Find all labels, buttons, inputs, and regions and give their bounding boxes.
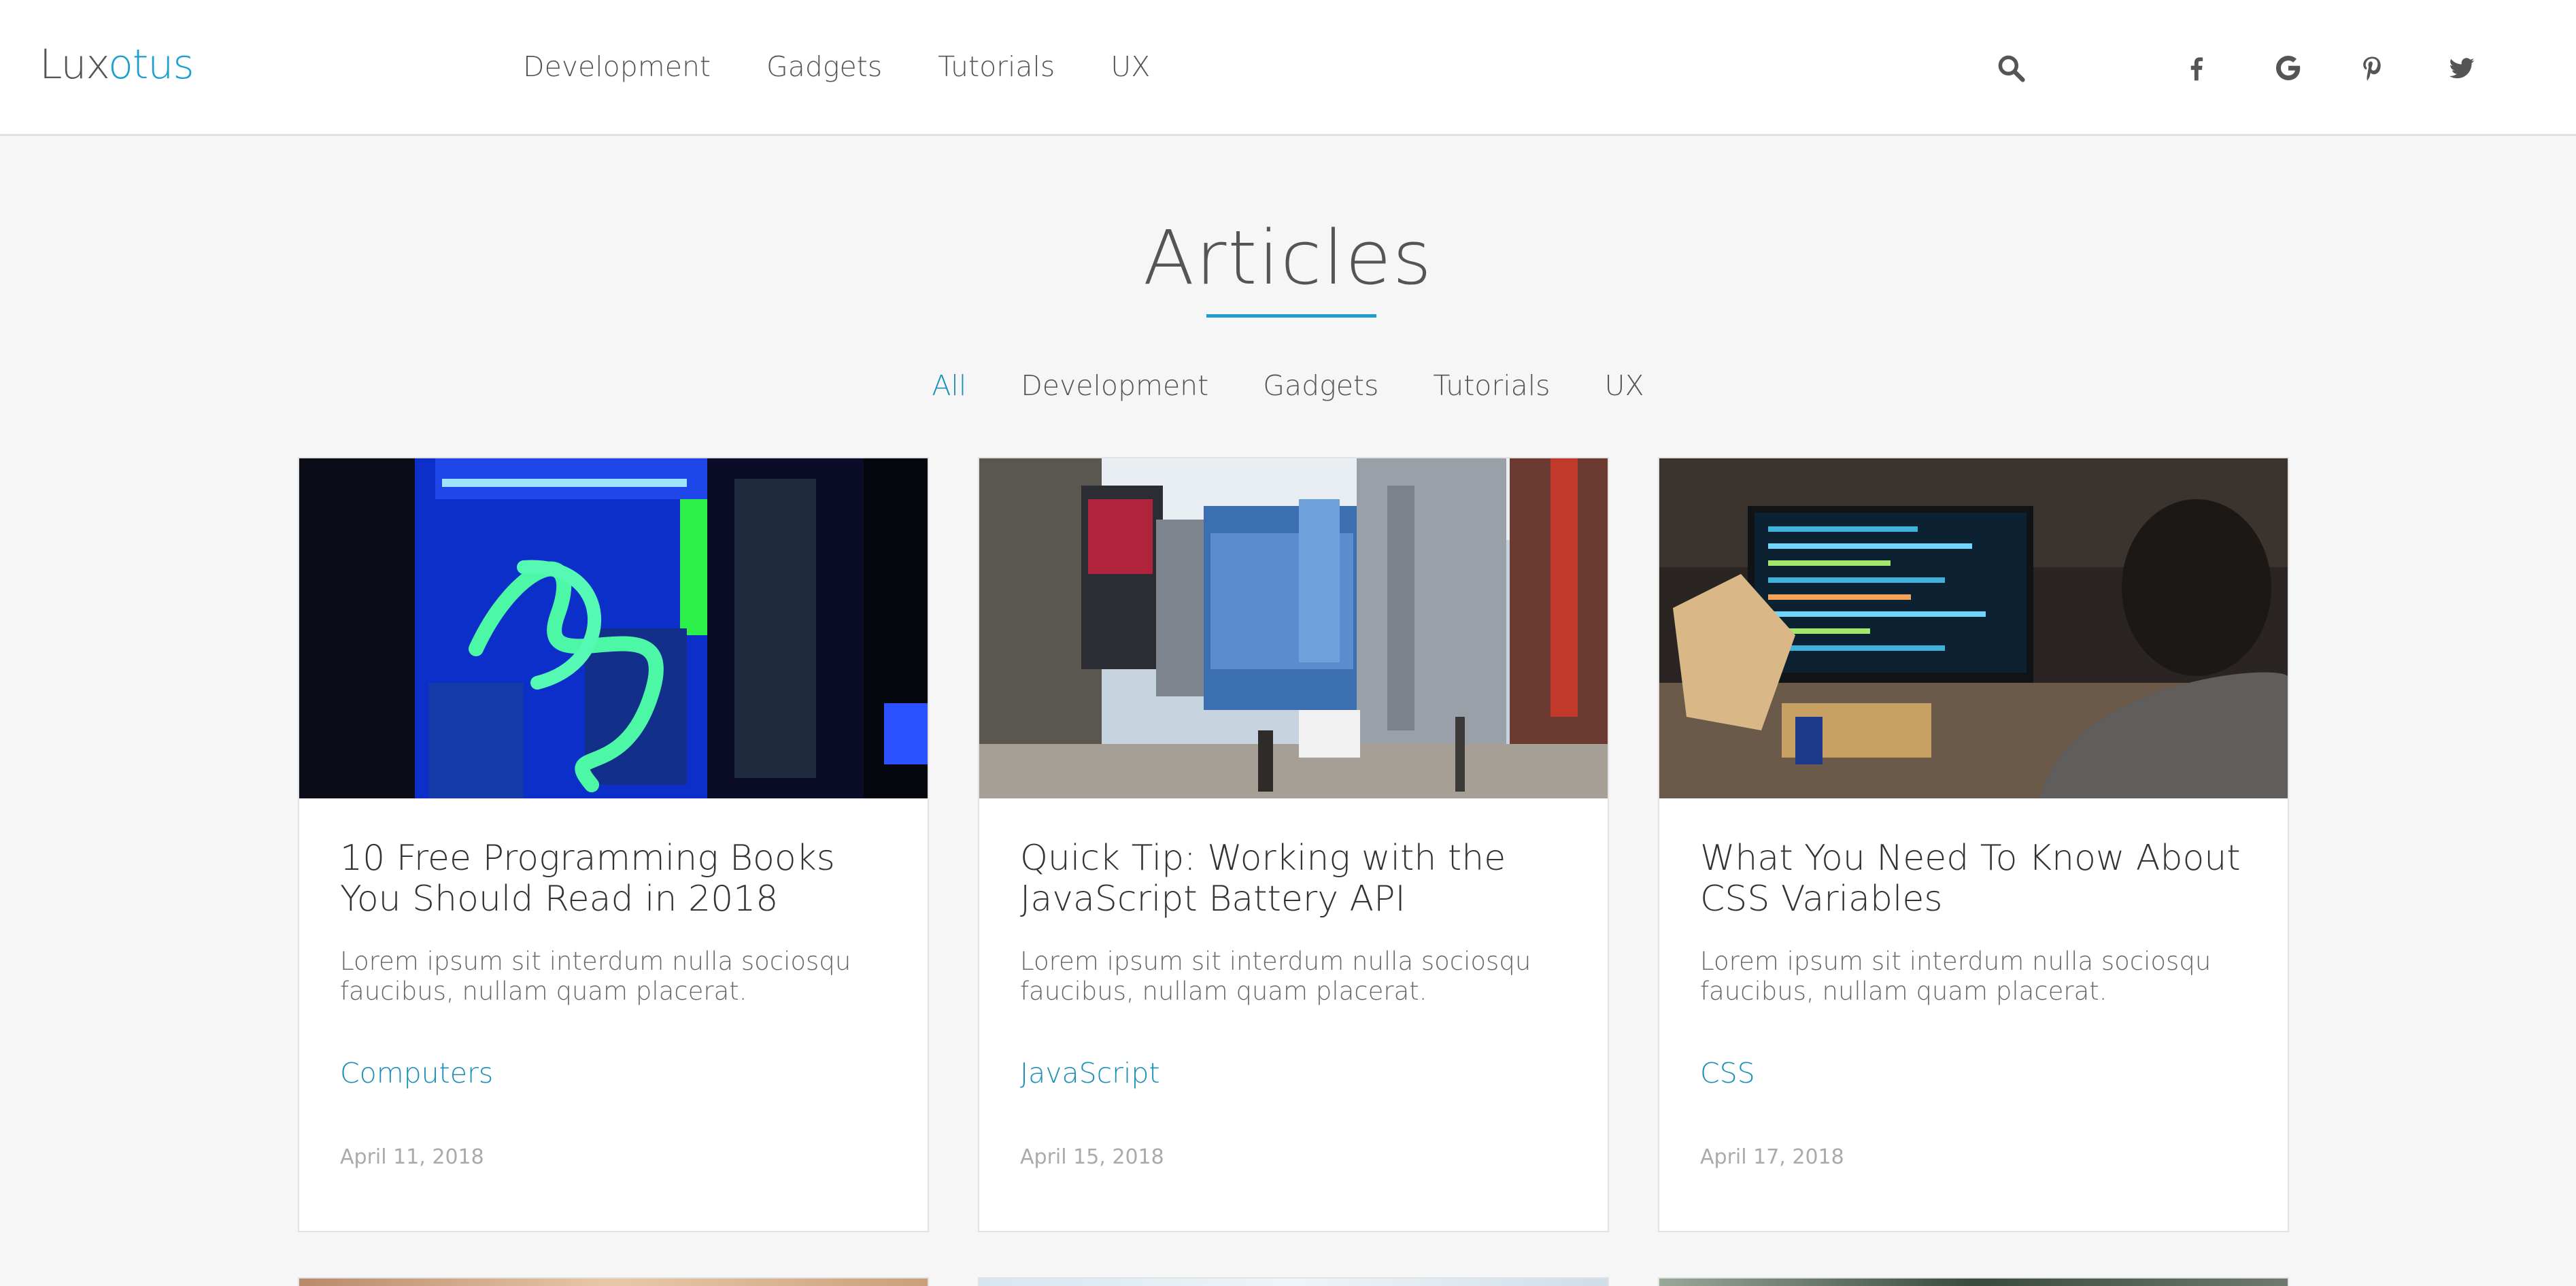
- article-title[interactable]: What You Need To Know About CSS Variable…: [1700, 838, 2244, 919]
- nav-ux[interactable]: UX: [1111, 50, 1150, 83]
- top-navbar: Luxotus Development Gadgets Tutorials UX: [0, 0, 2576, 136]
- article-card-peek[interactable]: [298, 1277, 929, 1286]
- logo-text-otus: otus: [108, 41, 194, 88]
- nav-development[interactable]: Development: [523, 50, 711, 83]
- article-date: April 15, 2018: [1020, 1145, 1164, 1169]
- filter-tutorials[interactable]: Tutorials: [1433, 369, 1550, 402]
- nav-gadgets[interactable]: Gadgets: [766, 50, 882, 83]
- filter-development[interactable]: Development: [1021, 369, 1208, 402]
- nav-tutorials[interactable]: Tutorials: [938, 50, 1055, 83]
- title-underline: [1206, 314, 1376, 318]
- article-image-pc-water-cooling[interactable]: [299, 458, 928, 798]
- page-title: Articles: [1142, 214, 1434, 301]
- google-icon[interactable]: [2273, 53, 2303, 83]
- article-card-peek[interactable]: [978, 1277, 1609, 1286]
- article-card[interactable]: 10 Free Programming Books You Should Rea…: [298, 457, 929, 1232]
- article-title[interactable]: 10 Free Programming Books You Should Rea…: [340, 838, 884, 919]
- main-nav: Development Gadgets Tutorials UX: [523, 50, 1206, 83]
- article-category[interactable]: CSS: [1700, 1057, 1755, 1089]
- article-excerpt: Lorem ipsum sit interdum nulla sociosqu …: [340, 947, 851, 1006]
- article-image-developer-at-monitor[interactable]: [1659, 458, 2288, 798]
- article-card[interactable]: Quick Tip: Working with the JavaScript B…: [978, 457, 1609, 1232]
- pinterest-icon[interactable]: [2357, 53, 2387, 83]
- article-category[interactable]: Computers: [340, 1057, 493, 1089]
- article-card[interactable]: What You Need To Know About CSS Variable…: [1658, 457, 2289, 1232]
- filter-ux[interactable]: UX: [1605, 369, 1644, 402]
- article-excerpt: Lorem ipsum sit interdum nulla sociosqu …: [1700, 947, 2211, 1006]
- site-logo[interactable]: Luxotus: [39, 41, 194, 88]
- article-excerpt: Lorem ipsum sit interdum nulla sociosqu …: [1020, 947, 1531, 1006]
- article-card-peek[interactable]: [1658, 1277, 2289, 1286]
- facebook-icon[interactable]: [2182, 53, 2211, 83]
- category-filters: All Development Gadgets Tutorials UX: [0, 369, 2576, 402]
- filter-all[interactable]: All: [932, 369, 966, 402]
- filter-gadgets[interactable]: Gadgets: [1263, 369, 1378, 402]
- article-title[interactable]: Quick Tip: Working with the JavaScript B…: [1020, 838, 1564, 919]
- search-icon[interactable]: [1996, 53, 2026, 83]
- article-image-city-street[interactable]: [979, 458, 1608, 798]
- logo-text-lux: Lux: [39, 41, 109, 88]
- twitter-icon[interactable]: [2447, 53, 2477, 83]
- article-date: April 11, 2018: [340, 1145, 484, 1169]
- article-category[interactable]: JavaScript: [1020, 1057, 1160, 1089]
- article-date: April 17, 2018: [1700, 1145, 1844, 1169]
